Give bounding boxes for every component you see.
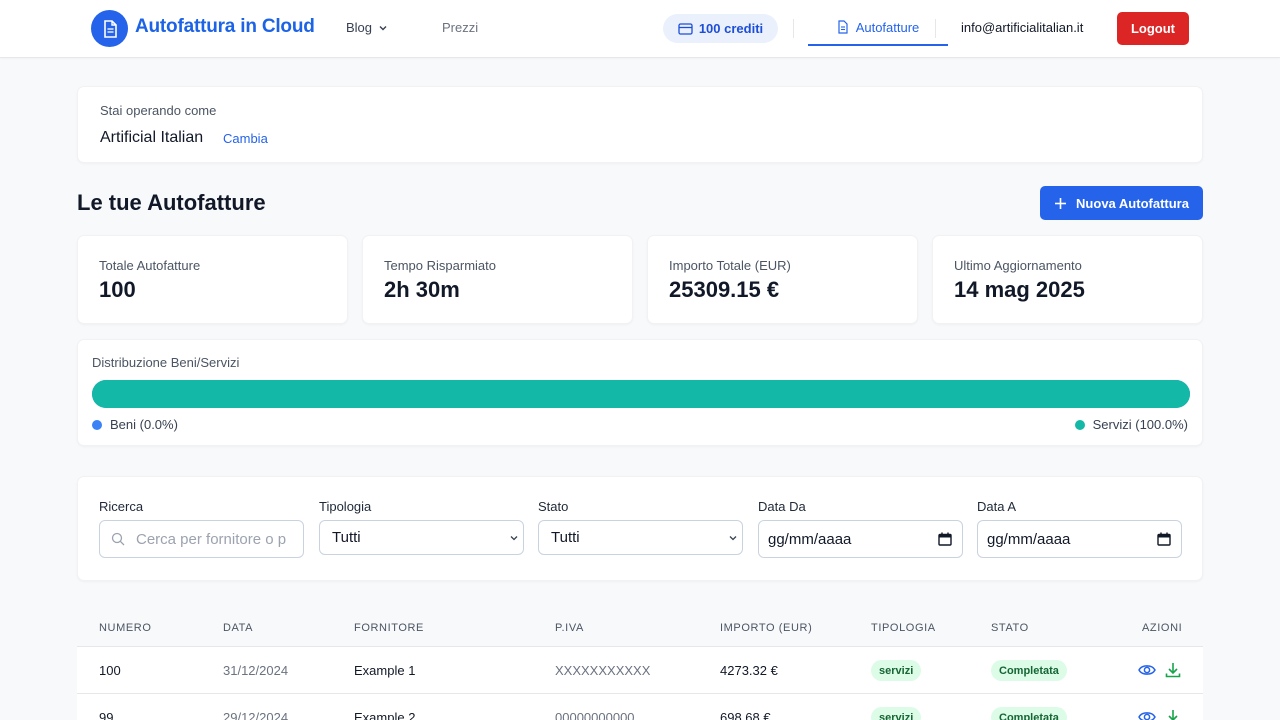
column-header-numero[interactable]: NUMERO [99, 622, 152, 634]
stat-card-tempo: Tempo Risparmiato 2h 30m [362, 235, 633, 324]
operator-name: Artificial Italian [100, 129, 204, 146]
table-row[interactable]: 100 31/12/2024 Example 1 XXXXXXXXXXX 427… [77, 647, 1203, 694]
legend-servizi-label: Servizi (100.0%) [1092, 417, 1188, 432]
user-email[interactable]: info@artificialitalian.it [961, 20, 1083, 35]
cell-piva: 00000000000 [555, 710, 635, 720]
stat-label: Ultimo Aggiornamento [954, 258, 1082, 273]
plus-icon [1055, 197, 1067, 209]
column-header-fornitore[interactable]: FORNITORE [354, 622, 424, 634]
stat-card-totale: Totale Autofatture 100 [77, 235, 348, 324]
logout-button[interactable]: Logout [1117, 12, 1189, 45]
status-badge: Completata [991, 707, 1067, 720]
column-header-stato[interactable]: STATO [991, 622, 1029, 634]
column-header-importo[interactable]: IMPORTO (EUR) [720, 622, 812, 634]
download-icon[interactable] [1164, 661, 1182, 679]
distribution-card: Distribuzione Beni/Servizi Beni (0.0%) S… [77, 339, 1203, 446]
servizi-bar-fill [92, 380, 1190, 408]
cell-fornitore: Example 1 [354, 663, 416, 678]
operator-card: Stai operando come Artificial Italian Ca… [77, 86, 1203, 163]
search-input[interactable]: Cerca per fornitore o p [99, 520, 304, 558]
data-a-value: gg/mm/aaaa [987, 530, 1071, 548]
legend-beni: Beni (0.0%) [92, 417, 178, 432]
cell-importo: 698.68 € [720, 710, 771, 720]
document-logo-icon[interactable] [91, 10, 128, 47]
credits-badge[interactable]: 100 crediti [663, 14, 778, 43]
brand-name[interactable]: Autofattura in Cloud [135, 16, 315, 38]
page-title: Le tue Autofatture [77, 190, 266, 215]
data-da-input[interactable]: gg/mm/aaaa [758, 520, 963, 558]
document-icon [838, 20, 848, 34]
distribution-title: Distribuzione Beni/Servizi [92, 355, 240, 370]
stat-label: Tempo Risparmiato [384, 258, 496, 273]
data-da-label: Data Da [758, 499, 806, 514]
column-header-data[interactable]: DATA [223, 622, 253, 634]
stat-label: Importo Totale (EUR) [669, 258, 791, 273]
legend-servizi: Servizi (100.0%) [1074, 417, 1188, 432]
chevron-down-icon [510, 535, 518, 540]
tipologia-badge: servizi [871, 707, 922, 720]
credits-label: 100 crediti [698, 21, 764, 36]
divider [935, 19, 936, 38]
tipologia-label: Tipologia [319, 499, 372, 514]
calendar-icon[interactable] [1157, 532, 1171, 546]
stato-value: Tutti [551, 529, 580, 546]
top-navbar: Autofattura in Cloud Blog Prezzi 100 cre… [0, 0, 1280, 58]
calendar-icon[interactable] [938, 532, 952, 546]
filters-card: Ricerca Cerca per fornitore o p Tipologi… [77, 476, 1203, 581]
servizi-dot [1074, 419, 1085, 430]
stat-value: 2h 30m [384, 277, 460, 302]
stato-select[interactable]: Tutti [538, 520, 743, 555]
column-header-tipologia[interactable]: TIPOLOGIA [871, 622, 936, 634]
search-label: Ricerca [99, 499, 144, 514]
chevron-down-icon [729, 535, 737, 540]
stat-label: Totale Autofatture [99, 258, 201, 273]
cell-fornitore: Example 2 [354, 710, 416, 720]
search-icon [111, 532, 125, 546]
new-autofattura-label: Nuova Autofattura [1076, 195, 1189, 211]
nav-autofatture-tab[interactable]: Autofatture [808, 10, 948, 46]
credit-card-icon [678, 22, 693, 35]
stat-value: 100 [99, 277, 136, 302]
operator-label: Stai operando come [100, 103, 217, 118]
chevron-down-icon [379, 25, 387, 30]
data-a-input[interactable]: gg/mm/aaaa [977, 520, 1182, 558]
view-eye-icon[interactable] [1138, 661, 1156, 679]
cell-data: 29/12/2024 [223, 710, 289, 720]
data-da-value: gg/mm/aaaa [768, 530, 852, 548]
invoice-icon [103, 19, 117, 38]
stat-card-importo: Importo Totale (EUR) 25309.15 € [647, 235, 918, 324]
column-header-piva[interactable]: P.IVA [555, 622, 584, 634]
nav-prezzi-link[interactable]: Prezzi [442, 20, 478, 35]
column-header-azioni: AZIONI [1142, 622, 1183, 634]
change-operator-link[interactable]: Cambia [223, 131, 268, 146]
data-a-label: Data A [977, 499, 1017, 514]
table-row[interactable]: 99 29/12/2024 Example 2 00000000000 698.… [77, 694, 1203, 720]
nav-blog-dropdown[interactable]: Blog [346, 20, 388, 35]
tipologia-value: Tutti [332, 529, 361, 546]
view-eye-icon[interactable] [1138, 708, 1156, 720]
stato-label: Stato [538, 499, 569, 514]
tipologia-badge: servizi [871, 660, 922, 681]
stat-value: 14 mag 2025 [954, 277, 1085, 302]
download-icon[interactable] [1164, 708, 1182, 720]
cell-importo: 4273.32 € [720, 663, 778, 678]
cell-piva: XXXXXXXXXXX [555, 663, 651, 678]
tipologia-select[interactable]: Tutti [319, 520, 524, 555]
search-placeholder: Cerca per fornitore o p [136, 530, 287, 548]
legend-beni-label: Beni (0.0%) [110, 417, 178, 432]
stat-value: 25309.15 € [669, 277, 780, 302]
cell-numero: 99 [99, 710, 114, 720]
table-header: NUMERO DATA FORNITORE P.IVA IMPORTO (EUR… [77, 610, 1203, 647]
nav-blog-label: Blog [346, 20, 373, 35]
status-badge: Completata [991, 660, 1067, 681]
beni-dot [92, 419, 102, 430]
cell-data: 31/12/2024 [223, 663, 289, 678]
divider [793, 19, 794, 38]
new-autofattura-button[interactable]: Nuova Autofattura [1040, 186, 1203, 220]
distribution-bar [92, 380, 1190, 408]
cell-numero: 100 [99, 663, 121, 678]
stat-card-aggiornamento: Ultimo Aggiornamento 14 mag 2025 [932, 235, 1203, 324]
nav-autofatture-label: Autofatture [855, 19, 920, 35]
